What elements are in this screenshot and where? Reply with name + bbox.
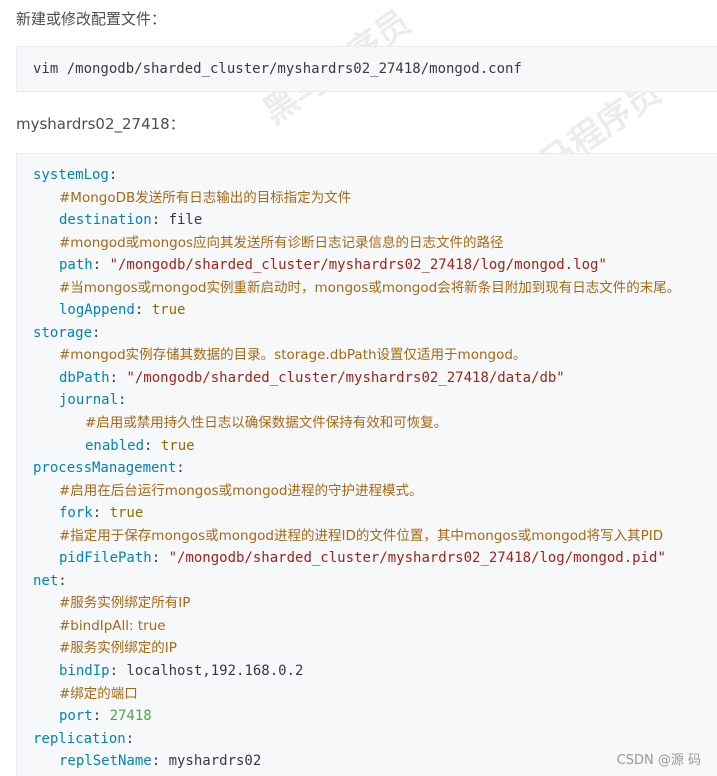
key-separator: : — [92, 708, 110, 725]
code-line: enabled: true — [17, 435, 717, 458]
config-key: systemLog — [33, 167, 109, 183]
config-key: pidFilePath — [59, 550, 152, 567]
key-separator: : — [176, 460, 185, 477]
code-line: net: — [17, 570, 717, 593]
code-comment: #服务实例绑定的IP — [59, 640, 177, 657]
intro-text: 新建或修改配置文件： — [16, 10, 167, 28]
code-line: #启用在后台运行mongos或mongod进程的守护进程模式。 — [17, 480, 717, 503]
config-code-block: systemLog: #MongoDB发送所有日志输出的目标指定为文件 destin… — [16, 153, 717, 776]
config-value: myshardrs02 — [168, 753, 262, 770]
csdn-watermark: CSDN @源 码 — [616, 753, 701, 768]
config-key: processManagement — [33, 460, 177, 477]
config-value: true — [109, 505, 144, 522]
code-comment: #启用或禁用持久性日志以确保数据文件保持有效和可恢复。 — [85, 415, 448, 432]
code-comment: #当mongos或mongod实例重新启动时，mongos或mongod会将新条… — [59, 279, 681, 296]
config-key: net — [33, 572, 59, 589]
key-separator: : — [151, 753, 169, 770]
code-line: logAppend: true — [17, 299, 717, 322]
config-value: localhost,192.168.0.2 — [126, 663, 304, 680]
code-comment: #bindIpAll: true — [59, 617, 166, 634]
key-separator: : — [134, 302, 152, 319]
config-key: journal — [59, 392, 119, 409]
config-value: "/mongodb/sharded_cluster/myshardrs02_27… — [168, 550, 666, 567]
code-line: #服务实例绑定的IP — [17, 637, 717, 660]
code-line: bindIp: localhost,192.168.0.2 — [17, 660, 717, 683]
code-line: #MongoDB发送所有日志输出的目标指定为文件 — [17, 187, 717, 210]
config-value: true — [151, 302, 186, 319]
code-line: #指定用于保存mongos或mongod进程的进程ID的文件位置，其中mongo… — [17, 525, 717, 548]
code-comment: #mongod或mongos应向其发送所有诊断日志记录信息的日志文件的路径 — [59, 234, 504, 251]
config-value: file — [168, 212, 203, 229]
code-line: processManagement: — [17, 457, 717, 480]
code-line: #服务实例绑定所有IP — [17, 592, 717, 615]
code-line: #当mongos或mongod实例重新启动时，mongos或mongod会将新条… — [17, 277, 717, 300]
code-line: port: 27418 — [17, 705, 717, 728]
key-separator: : — [151, 550, 169, 567]
code-line: pidFilePath: "/mongodb/sharded_cluster/m… — [17, 547, 717, 570]
key-separator: : — [125, 730, 135, 747]
config-key: enabled — [85, 437, 145, 454]
config-key: replication — [33, 730, 126, 747]
config-key: bindIp — [59, 663, 110, 680]
code-line: #mongod或mongos应向其发送所有诊断日志记录信息的日志文件的路径 — [17, 232, 717, 255]
config-key: port — [59, 708, 93, 725]
key-separator: : — [109, 663, 127, 680]
code-comment: #绑定的端口 — [59, 685, 138, 702]
config-key: storage — [33, 324, 93, 341]
config-value: true — [160, 437, 195, 454]
code-line: #mongod实例存储其数据的目录。storage.dbPath设置仅适用于mo… — [17, 344, 717, 367]
code-line: #绑定的端口 — [17, 683, 717, 706]
config-key: fork — [59, 505, 93, 522]
config-key: replSetName — [59, 753, 152, 770]
key-separator: : — [109, 369, 127, 386]
code-line: replication: — [17, 728, 717, 751]
code-line: journal: — [17, 389, 717, 412]
code-line: path: "/mongodb/sharded_cluster/myshardr… — [17, 254, 717, 277]
key-separator: : — [108, 167, 118, 183]
code-comment: #启用在后台运行mongos或mongod进程的守护进程模式。 — [59, 482, 423, 499]
config-key: logAppend — [59, 302, 135, 319]
key-separator: : — [144, 437, 161, 454]
code-comment: #服务实例绑定所有IP — [59, 595, 191, 612]
key-separator: : — [118, 392, 127, 409]
code-line: dbPath: "/mongodb/sharded_cluster/myshar… — [17, 367, 717, 390]
key-separator: : — [58, 572, 67, 589]
code-line: destination: file — [17, 209, 717, 232]
config-value: "/mongodb/sharded_cluster/myshardrs02_27… — [109, 257, 607, 274]
config-key: path — [59, 257, 93, 274]
config-key: destination — [59, 212, 152, 229]
key-separator: : — [151, 212, 169, 229]
config-value: "/mongodb/sharded_cluster/myshardrs02_27… — [126, 369, 565, 386]
key-separator: : — [92, 505, 110, 522]
config-key: dbPath — [59, 369, 110, 386]
code-line: systemLog: — [17, 164, 717, 187]
config-value: 27418 — [109, 708, 152, 725]
code-line: fork: true — [17, 502, 717, 525]
code-comment: #MongoDB发送所有日志输出的目标指定为文件 — [59, 189, 352, 206]
key-separator: : — [92, 324, 101, 341]
code-line: #bindIpAll: true — [17, 615, 717, 638]
file-label: myshardrs02_27418： — [16, 115, 185, 133]
code-line: storage: — [17, 322, 717, 345]
code-comment: #mongod实例存储其数据的目录。storage.dbPath设置仅适用于mo… — [59, 347, 527, 364]
code-line: #启用或禁用持久性日志以确保数据文件保持有效和可恢复。 — [17, 412, 717, 435]
command-block: vim /mongodb/sharded_cluster/myshardrs02… — [16, 46, 717, 92]
code-comment: #指定用于保存mongos或mongod进程的进程ID的文件位置，其中mongo… — [59, 527, 664, 544]
code-line: replSetName: myshardrs02 — [17, 750, 717, 773]
key-separator: : — [92, 257, 110, 274]
